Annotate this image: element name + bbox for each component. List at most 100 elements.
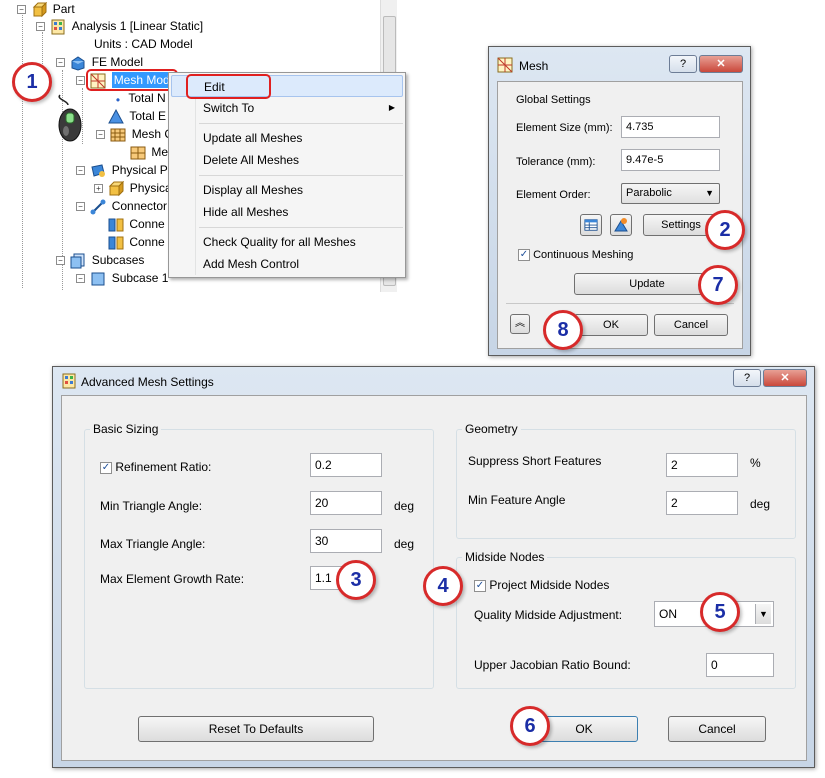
upper-jacobian-ratio-bound-field[interactable]: 0 bbox=[706, 653, 774, 677]
menu-item-display-all-meshes[interactable]: Display all Meshes bbox=[171, 179, 403, 201]
checkbox-checked-icon[interactable]: ✓ bbox=[474, 579, 486, 592]
double-chevron-up-icon: ︽ bbox=[515, 318, 525, 329]
mesh-table-button[interactable] bbox=[580, 214, 602, 236]
menu-item-delete-all-meshes[interactable]: Delete All Meshes bbox=[171, 149, 403, 171]
menu-item-add-mesh-control[interactable]: Add Mesh Control bbox=[171, 253, 403, 275]
menu-label: Add Mesh Control bbox=[203, 257, 300, 271]
subcases-icon bbox=[70, 253, 85, 269]
tree-item-connection-2[interactable]: Conne bbox=[108, 233, 165, 251]
cancel-button[interactable]: Cancel bbox=[654, 314, 728, 336]
menu-label: Update all Meshes bbox=[203, 131, 303, 145]
checkbox-checked-icon[interactable]: ✓ bbox=[100, 461, 112, 474]
tree-item-physical[interactable]: + Physica bbox=[94, 179, 172, 197]
collapse-icon[interactable]: − bbox=[36, 22, 45, 32]
element-icon bbox=[108, 108, 124, 124]
max-triangle-angle-field[interactable]: 30 bbox=[310, 529, 382, 553]
help-button[interactable]: ? bbox=[733, 369, 761, 387]
physical-icon bbox=[91, 164, 106, 177]
help-button[interactable]: ? bbox=[669, 55, 697, 73]
min-triangle-angle-field[interactable]: 20 bbox=[310, 491, 382, 515]
expand-icon[interactable]: + bbox=[94, 184, 103, 194]
min-triangle-angle-label: Min Triangle Angle: bbox=[100, 499, 203, 513]
tree-label: Subcases bbox=[91, 253, 145, 267]
tree-item-part[interactable]: − Part bbox=[17, 0, 75, 18]
checkbox-checked-icon[interactable]: ✓ bbox=[518, 249, 530, 262]
tree-label: Physical Pr bbox=[111, 163, 172, 177]
max-element-growth-rate-label: Max Element Growth Rate: bbox=[100, 572, 245, 586]
tree-label: Me bbox=[151, 145, 169, 159]
tree-label: Analysis 1 [Linear Static] bbox=[71, 19, 204, 33]
menu-separator bbox=[199, 227, 403, 228]
tree-item-units[interactable]: Units : CAD Model bbox=[92, 35, 193, 53]
submenu-arrow-icon: ▶ bbox=[388, 103, 395, 112]
mesh-tool-button[interactable] bbox=[610, 214, 632, 236]
dialog-body: Global Settings Element Size (mm): 4.735… bbox=[497, 81, 743, 349]
collapse-icon[interactable]: − bbox=[76, 274, 85, 284]
tree-item-subcase-1[interactable]: − Subcase 1 bbox=[76, 269, 168, 287]
dialog-title: Advanced Mesh Settings bbox=[81, 375, 214, 389]
suppress-short-features-field[interactable]: 2 bbox=[666, 453, 738, 477]
menu-item-hide-all-meshes[interactable]: Hide all Meshes bbox=[171, 201, 403, 223]
cube-icon bbox=[109, 180, 125, 197]
tree-item-total-nodes[interactable]: • Total N bbox=[113, 89, 166, 107]
ok-button[interactable]: OK bbox=[574, 314, 648, 336]
part-icon bbox=[33, 1, 48, 18]
cancel-button[interactable]: Cancel bbox=[668, 716, 766, 742]
callout-5: 5 bbox=[700, 592, 740, 632]
tree-label: Part bbox=[52, 2, 75, 16]
mesh-dialog: Mesh ? ✕ Global Settings Element Size (m… bbox=[488, 46, 751, 356]
mesh-control-icon bbox=[110, 128, 126, 142]
select-value: ON bbox=[659, 607, 677, 621]
collapse-icon[interactable]: − bbox=[56, 256, 65, 266]
menu-label: Switch To bbox=[203, 101, 255, 115]
element-size-field[interactable]: 4.735 bbox=[621, 116, 720, 138]
tree-item-subcases[interactable]: − Subcases bbox=[56, 251, 144, 269]
callout-3: 3 bbox=[336, 560, 376, 600]
analysis-icon bbox=[62, 373, 76, 389]
collapse-icon[interactable]: − bbox=[96, 130, 105, 140]
project-midside-nodes-checkbox[interactable]: ✓ Project Midside Nodes bbox=[474, 578, 609, 592]
midside-nodes-label: Midside Nodes bbox=[462, 550, 548, 564]
close-button[interactable]: ✕ bbox=[763, 369, 807, 387]
collapse-button[interactable]: ︽ bbox=[510, 314, 530, 334]
tree-item-physical-properties[interactable]: − Physical Pr bbox=[76, 161, 172, 179]
chevron-down-icon: ▼ bbox=[705, 188, 714, 198]
chevron-down-icon[interactable]: ▼ bbox=[755, 604, 771, 624]
tree-label: Conne bbox=[129, 235, 165, 249]
continuous-meshing-checkbox[interactable]: ✓ Continuous Meshing bbox=[518, 249, 633, 262]
collapse-icon[interactable]: − bbox=[76, 166, 85, 176]
callout-7: 7 bbox=[698, 265, 738, 305]
close-button[interactable]: ✕ bbox=[699, 55, 743, 73]
collapse-icon[interactable]: − bbox=[56, 58, 65, 68]
callout-6: 6 bbox=[510, 706, 550, 746]
tree-item-mesh-control[interactable]: − Mesh C bbox=[96, 125, 173, 143]
menu-separator bbox=[199, 175, 403, 176]
collapse-icon[interactable]: − bbox=[76, 76, 85, 86]
upper-jacobian-ratio-bound-label: Upper Jacobian Ratio Bound: bbox=[474, 658, 631, 672]
reset-to-defaults-button[interactable]: Reset To Defaults bbox=[138, 716, 374, 742]
table-icon bbox=[584, 219, 598, 231]
connection-icon bbox=[108, 218, 124, 232]
collapse-icon[interactable]: − bbox=[17, 5, 26, 15]
tree-item-connectors[interactable]: − Connector bbox=[76, 197, 167, 215]
tree-item-connection-1[interactable]: Conne bbox=[108, 215, 165, 233]
tree-item-mesh-grid[interactable]: Me bbox=[130, 143, 168, 161]
edit-highlight bbox=[186, 74, 271, 99]
tolerance-label: Tolerance (mm): bbox=[516, 156, 596, 168]
menu-item-switch-to[interactable]: Switch To ▶ bbox=[171, 97, 403, 119]
tree-item-total-elements[interactable]: Total E bbox=[108, 107, 166, 125]
mesh-grid-icon bbox=[130, 146, 146, 160]
collapse-icon[interactable]: − bbox=[76, 202, 85, 212]
menu-item-check-quality[interactable]: Check Quality for all Meshes bbox=[171, 231, 403, 253]
element-order-select[interactable]: Parabolic ▼ bbox=[621, 183, 720, 204]
fe-model-icon bbox=[71, 56, 85, 71]
tree-label: Total E bbox=[129, 109, 167, 123]
checkbox-label: Refinement Ratio: bbox=[115, 460, 212, 474]
menu-item-update-all-meshes[interactable]: Update all Meshes bbox=[171, 127, 403, 149]
refinement-ratio-checkbox[interactable]: ✓ Refinement Ratio: bbox=[100, 460, 211, 474]
refinement-ratio-field[interactable]: 0.2 bbox=[310, 453, 382, 477]
min-feature-angle-field[interactable]: 2 bbox=[666, 491, 738, 515]
tolerance-field[interactable]: 9.47e-5 bbox=[621, 149, 720, 171]
tree-item-analysis[interactable]: − Analysis 1 [Linear Static] bbox=[36, 17, 203, 35]
mesh-tool-icon bbox=[614, 218, 628, 232]
